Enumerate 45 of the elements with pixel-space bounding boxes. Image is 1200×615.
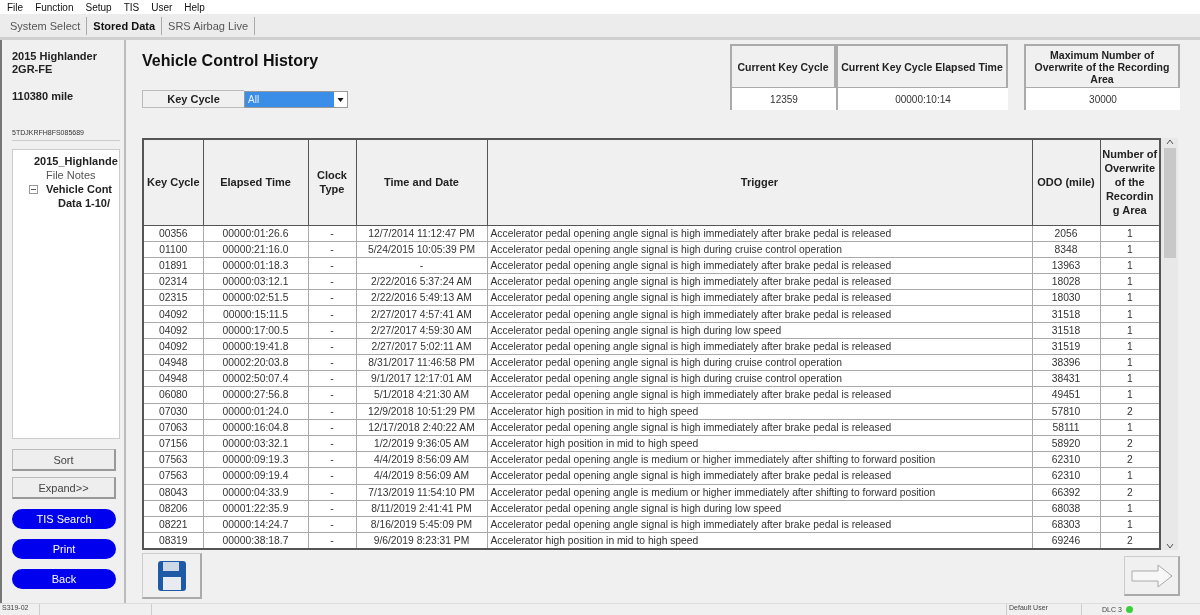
menu-item[interactable]: Setup: [85, 1, 112, 13]
column-header: Clock Type: [308, 139, 356, 225]
scroll-up-icon[interactable]: [1165, 138, 1174, 146]
summary-value: 12359: [730, 88, 836, 110]
column-header: Key Cycle: [143, 139, 203, 225]
connection-status-icon: [1125, 606, 1133, 613]
column-header: Trigger: [487, 139, 1032, 225]
tab[interactable]: SRS Airbag Live: [162, 16, 256, 35]
scroll-down-icon[interactable]: [1165, 542, 1174, 550]
menu-item[interactable]: Function: [35, 1, 74, 13]
summary-header: Current Key Cycle: [730, 44, 836, 88]
action-button[interactable]: TIS Search: [12, 509, 116, 529]
column-header: ODO (mile): [1032, 139, 1100, 225]
menu-item[interactable]: Help: [184, 1, 205, 13]
column-header: Time and Date: [356, 139, 487, 225]
right-arrow-icon: [1129, 562, 1174, 589]
tree-item[interactable]: File Notes: [46, 169, 96, 181]
panel-button[interactable]: Sort: [12, 449, 116, 471]
summary-header: Maximum Number of Overwrite of the Recording Area: [1024, 44, 1180, 88]
menu-item[interactable]: User: [151, 1, 173, 13]
filter-label: Key Cycle: [142, 90, 244, 108]
action-button[interactable]: Print: [12, 539, 116, 559]
panel-button[interactable]: Expand>>: [12, 477, 116, 499]
summary-header: Current Key Cycle Elapsed Time: [836, 44, 1008, 88]
vehicle-model: 2015 Highlander: [12, 50, 98, 63]
scroll-thumb[interactable]: [1163, 148, 1176, 258]
summary-value: 00000:10:14: [836, 88, 1008, 110]
tab[interactable]: Stored Data: [87, 16, 163, 35]
summary-value: 30000: [1024, 88, 1180, 110]
scrollbar[interactable]: [1161, 138, 1178, 550]
column-header: Number of Overwrite of the Recordin g Area: [1100, 139, 1160, 225]
menu-item[interactable]: File: [7, 1, 24, 13]
tree-item[interactable]: 2015_Highlande: [34, 155, 118, 167]
tree-item[interactable]: Vehicle Cont: [46, 183, 113, 195]
save-button[interactable]: [142, 553, 202, 599]
tree-item[interactable]: Data 1-10/: [58, 197, 110, 209]
engine-code: 2GR-FE: [12, 63, 54, 76]
mileage: 110380 mile: [12, 90, 75, 103]
collapse-icon[interactable]: [29, 184, 38, 194]
tab[interactable]: System Select: [4, 16, 88, 35]
column-header: Elapsed Time: [203, 139, 308, 225]
dropdown-arrow-icon: [337, 97, 344, 102]
action-button[interactable]: Back: [12, 569, 116, 589]
menu-item[interactable]: TIS: [123, 1, 140, 13]
page-title: Vehicle Control History: [142, 52, 320, 70]
